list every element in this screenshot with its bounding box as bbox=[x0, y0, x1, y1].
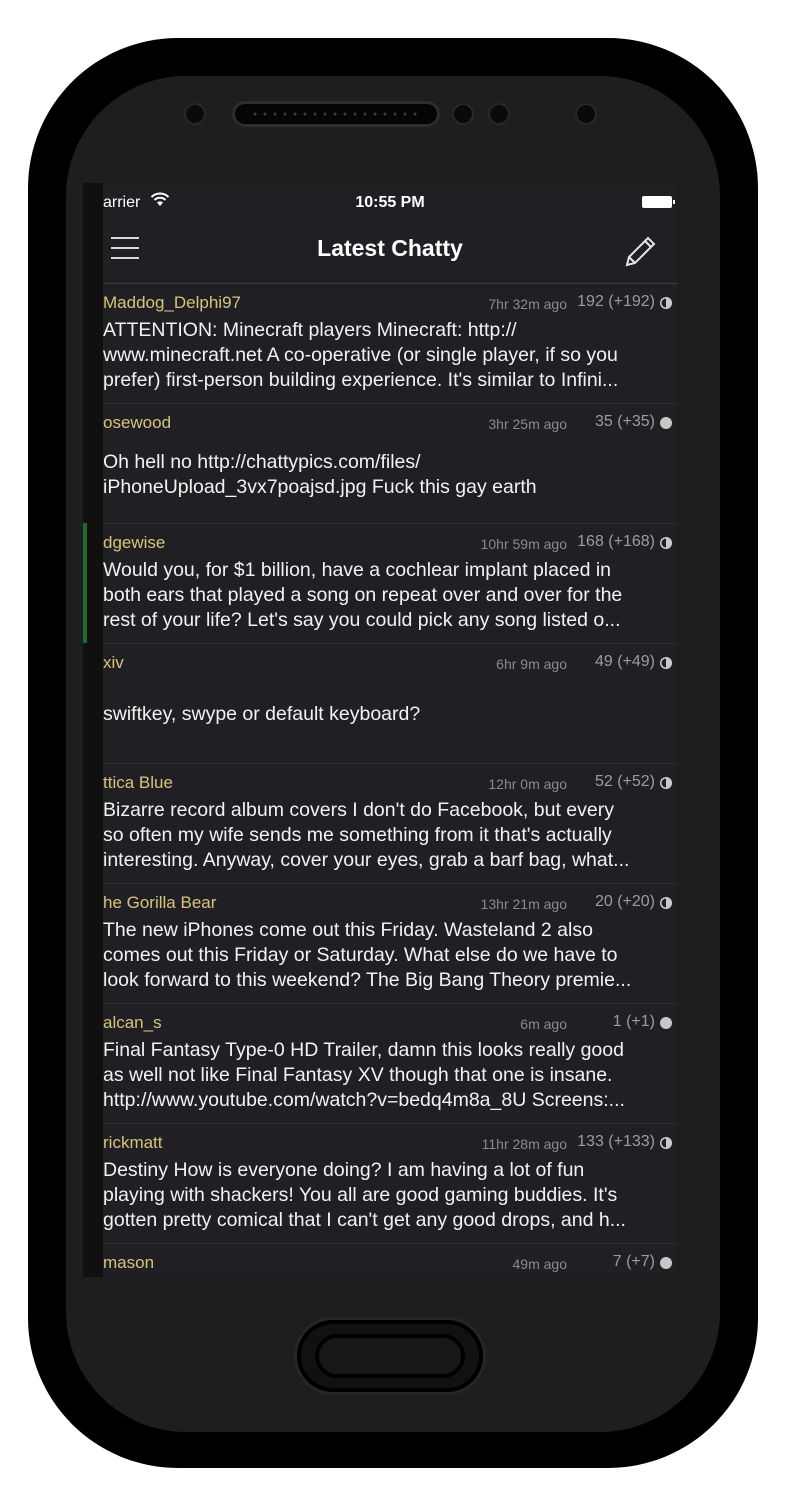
light-sensor bbox=[575, 103, 597, 125]
post-author[interactable]: ttica Blue bbox=[103, 773, 173, 793]
post-preview: Would you, for $1 billion, have a cochle… bbox=[103, 559, 623, 631]
thread-row[interactable]: he Gorilla Bear 13hr 21m ago 20 (+20) The n… bbox=[103, 884, 677, 1004]
post-time: 13hr 21m ago bbox=[480, 896, 567, 912]
post-author[interactable]: rickmatt bbox=[103, 1133, 163, 1153]
read-status-icon bbox=[660, 537, 672, 549]
proximity-sensor-1 bbox=[452, 103, 474, 125]
battery-icon bbox=[642, 196, 675, 208]
read-status-icon bbox=[660, 417, 672, 429]
read-status-icon bbox=[660, 297, 672, 309]
read-status-icon bbox=[660, 777, 672, 789]
pencil-compose-icon[interactable] bbox=[619, 231, 659, 271]
post-preview: Final Fantasy Type-0 HD Trailer, damn th… bbox=[103, 1039, 625, 1111]
read-status-icon bbox=[660, 1017, 672, 1029]
post-author[interactable]: mason bbox=[103, 1253, 154, 1273]
post-time: 11hr 28m ago bbox=[481, 1136, 567, 1152]
post-time: 7hr 32m ago bbox=[488, 296, 567, 312]
post-time: 49m ago bbox=[512, 1256, 567, 1272]
post-preview: Bizarre record album covers I don't do F… bbox=[103, 799, 630, 871]
reply-count: 20 (+20) bbox=[594, 893, 655, 910]
read-status-icon bbox=[660, 897, 672, 909]
app-screen: arrier 10:55 PM Latest Chatty Maddog_Del… bbox=[103, 183, 677, 1277]
post-author[interactable]: dgewise bbox=[103, 533, 165, 553]
thread-list: Maddog_Delphi97 7hr 32m ago 192 (+192) ATTE… bbox=[103, 284, 677, 1277]
reply-count: 168 (+168) bbox=[577, 533, 655, 550]
post-author[interactable]: xiv bbox=[103, 653, 124, 673]
selected-row-marker bbox=[83, 523, 87, 643]
page-title: Latest Chatty bbox=[317, 235, 463, 261]
screen-left-edge bbox=[83, 183, 103, 1277]
navigation-bar: Latest Chatty bbox=[103, 223, 677, 284]
thread-row[interactable]: osewood 3hr 25m ago 35 (+35) Oh hell no htt… bbox=[103, 404, 677, 524]
reply-count: 133 (+133) bbox=[577, 1133, 655, 1150]
earpiece-speaker bbox=[232, 101, 440, 127]
status-bar: arrier 10:55 PM bbox=[103, 183, 677, 223]
reply-count: 35 (+35) bbox=[594, 413, 655, 430]
post-time: 6hr 9m ago bbox=[496, 656, 567, 672]
post-preview: The new iPhones come out this Friday. Wa… bbox=[103, 919, 632, 991]
home-button[interactable] bbox=[297, 1320, 483, 1392]
proximity-sensor-2 bbox=[488, 103, 510, 125]
post-preview: Oh hell no http://chattypics.com/files/ … bbox=[103, 451, 537, 498]
reply-count: 192 (+192) bbox=[577, 293, 655, 310]
reply-count: 52 (+52) bbox=[594, 773, 655, 790]
post-time: 3hr 25m ago bbox=[488, 416, 567, 432]
post-author[interactable]: alcan_s bbox=[103, 1013, 162, 1033]
post-author[interactable]: he Gorilla Bear bbox=[103, 893, 216, 913]
reply-count: 49 (+49) bbox=[594, 653, 655, 670]
post-author[interactable]: Maddog_Delphi97 bbox=[103, 293, 241, 313]
read-status-icon bbox=[660, 1137, 672, 1149]
thread-row[interactable]: Maddog_Delphi97 7hr 32m ago 192 (+192) ATTE… bbox=[103, 284, 677, 404]
read-status-icon bbox=[660, 657, 672, 669]
post-time: 12hr 0m ago bbox=[488, 776, 567, 792]
thread-row[interactable]: alcan_s 6m ago 1 (+1) Final Fantasy Type-0 … bbox=[103, 1004, 677, 1124]
post-time: 6m ago bbox=[520, 1016, 567, 1032]
post-preview: ATTENTION: Minecraft players Minecraft: … bbox=[103, 319, 619, 391]
thread-row[interactable]: xiv 6hr 9m ago 49 (+49) swiftkey, swype or … bbox=[103, 644, 677, 764]
front-camera bbox=[184, 103, 206, 125]
thread-row[interactable]: rickmatt 11hr 28m ago 133 (+133) Destiny Ho… bbox=[103, 1124, 677, 1244]
reply-count: 1 (+1) bbox=[612, 1013, 655, 1030]
clock: 10:55 PM bbox=[355, 194, 425, 211]
post-preview: swiftkey, swype or default keyboard? bbox=[103, 703, 421, 725]
thread-row[interactable]: dgewise 10hr 59m ago 168 (+168) Would you, … bbox=[103, 524, 677, 644]
post-time: 10hr 59m ago bbox=[480, 536, 567, 552]
post-author[interactable]: osewood bbox=[103, 413, 171, 433]
read-status-icon bbox=[660, 1257, 672, 1269]
thread-row[interactable]: mason 49m ago 7 (+7) bbox=[103, 1244, 677, 1277]
thread-row[interactable]: ttica Blue 12hr 0m ago 52 (+52) Bizarre rec… bbox=[103, 764, 677, 884]
reply-count: 7 (+7) bbox=[612, 1253, 655, 1270]
post-preview: Destiny How is everyone doing? I am havi… bbox=[103, 1159, 626, 1231]
